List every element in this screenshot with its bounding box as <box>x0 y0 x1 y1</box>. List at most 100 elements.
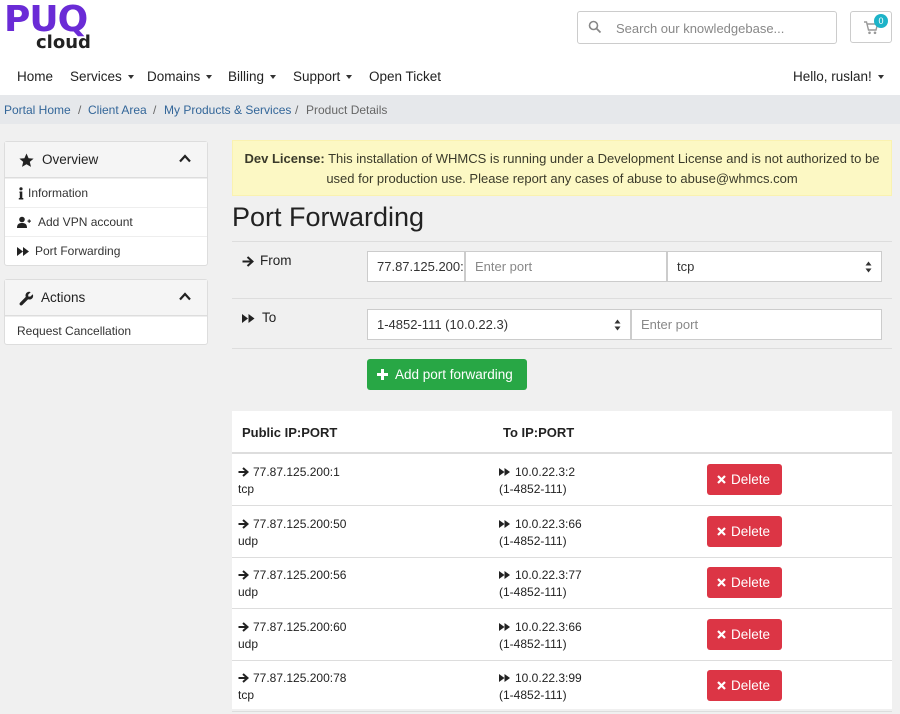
table-row: 77.87.125.200:78 tcp 10.0.22.3:99 (1-485… <box>232 660 892 712</box>
forward-icon <box>17 247 29 256</box>
cart-button[interactable]: 0 <box>850 11 892 43</box>
breadcrumb-separator: / <box>153 103 157 117</box>
delete-label: Delete <box>731 472 771 487</box>
nav-billing[interactable]: Billing <box>228 69 277 84</box>
overview-panel-header[interactable]: Overview <box>5 142 207 178</box>
target-ip-value: 10.0.22.3:66 <box>515 619 582 634</box>
public-ip-cell: 77.87.125.200:50 udp <box>238 516 346 550</box>
from-ip-field[interactable]: 77.87.125.200: <box>367 251 465 282</box>
account-value: (1-4852-111) <box>499 585 567 599</box>
target-select[interactable]: 1-4852-111 (10.0.22.3) <box>367 309 631 340</box>
logo[interactable]: PUQ cloud <box>4 0 114 53</box>
public-ip-cell: 77.87.125.200:78 tcp <box>238 670 346 704</box>
sidebar-item-label: Information <box>28 186 89 200</box>
search-box[interactable] <box>577 11 837 44</box>
sidebar-item-request-cancellation[interactable]: Request Cancellation <box>5 316 207 345</box>
forward-icon <box>242 314 255 323</box>
arrow-right-icon <box>238 673 250 683</box>
caret-down-icon <box>346 75 353 80</box>
target-ip-value: 10.0.22.3:77 <box>515 568 582 582</box>
protocol-select-value: tcp <box>677 259 695 274</box>
search-input[interactable] <box>616 18 826 38</box>
add-port-forwarding-button[interactable]: Add port forwarding <box>367 359 527 390</box>
nav-domains[interactable]: Domains <box>147 69 213 84</box>
protocol-value: tcp <box>238 688 255 702</box>
sidebar-item-port-forwarding[interactable]: Port Forwarding <box>5 236 207 265</box>
target-ip-value: 10.0.22.3:2 <box>515 465 576 479</box>
arrow-right-icon <box>238 467 250 477</box>
chevron-up-icon <box>179 154 191 163</box>
delete-label: Delete <box>731 626 771 642</box>
star-icon <box>19 153 34 167</box>
main-nav: Home Services Domains Billing Support Op… <box>0 66 900 90</box>
close-icon <box>717 578 726 587</box>
delete-button[interactable]: Delete <box>707 515 782 547</box>
target-ip-value: 10.0.22.3:66 <box>515 516 582 531</box>
forward-icon <box>499 519 510 528</box>
close-icon <box>717 475 726 484</box>
delete-button[interactable]: Delete <box>707 567 782 598</box>
page-title: Port Forwarding <box>232 202 425 232</box>
user-greeting: Hello, ruslan! <box>793 69 872 84</box>
overview-panel: Overview Information Add VPN account Por… <box>4 141 208 266</box>
delete-button[interactable]: Delete <box>707 618 782 650</box>
table-row: 77.87.125.200:50 udp 10.0.22.3:66 (1-485… <box>232 506 892 558</box>
delete-button[interactable]: Delete <box>707 670 782 701</box>
actions-panel: Actions Request Cancellation <box>4 279 208 345</box>
arrow-right-icon <box>238 570 250 580</box>
close-icon <box>717 629 726 639</box>
search-icon <box>588 20 602 34</box>
alert-text: This installation of WHMCS is running un… <box>324 151 880 186</box>
dev-license-alert: Dev License: This installation of WHMCS … <box>232 140 892 196</box>
breadcrumb-products[interactable]: My Products & Services <box>164 103 291 117</box>
delete-label: Delete <box>731 678 771 693</box>
to-port-input[interactable]: Enter port <box>631 309 882 340</box>
target-ip-cell: 10.0.22.3:66 (1-4852-111) <box>499 516 582 550</box>
user-menu[interactable]: Hello, ruslan! <box>793 69 884 84</box>
target-ip-cell: 10.0.22.3:66 (1-4852-111) <box>499 619 582 653</box>
close-icon <box>717 681 726 690</box>
breadcrumb-portal-home[interactable]: Portal Home <box>4 103 71 117</box>
table-row: 77.87.125.200:56 udp 10.0.22.3:77 (1-485… <box>232 557 892 609</box>
target-ip-value: 10.0.22.3:99 <box>515 671 582 685</box>
public-ip-cell: 77.87.125.200:56 udp <box>238 567 346 601</box>
arrow-right-icon <box>238 621 250 632</box>
sidebar-item-information[interactable]: Information <box>5 178 207 207</box>
public-ip-value: 77.87.125.200:56 <box>253 568 347 582</box>
sidebar-item-label: Port Forwarding <box>35 244 121 258</box>
nav-support[interactable]: Support <box>293 69 353 84</box>
nav-home[interactable]: Home <box>17 69 53 84</box>
breadcrumb-client-area[interactable]: Client Area <box>88 103 147 117</box>
sidebar-item-add-vpn[interactable]: Add VPN account <box>5 207 207 236</box>
actions-title: Actions <box>41 290 86 305</box>
nav-label: Open Ticket <box>369 69 442 84</box>
account-value: (1-4852-111) <box>499 482 567 496</box>
select-arrows-icon <box>614 319 621 331</box>
nav-services[interactable]: Services <box>70 69 134 84</box>
breadcrumb-current: Product Details <box>306 103 388 117</box>
nav-label: Services <box>70 69 122 84</box>
header-public-ip: Public IP:PORT <box>242 425 338 440</box>
actions-panel-header[interactable]: Actions <box>5 280 207 316</box>
to-row: To 1-4852-111 (10.0.22.3) Enter port <box>232 298 892 349</box>
protocol-select[interactable]: tcp <box>667 251 882 282</box>
breadcrumb-separator: / <box>295 103 299 117</box>
forward-icon <box>499 622 510 631</box>
add-button-label: Add port forwarding <box>395 367 513 382</box>
nav-open-ticket[interactable]: Open Ticket <box>369 69 441 84</box>
protocol-value: udp <box>238 636 259 651</box>
target-ip-cell: 10.0.22.3:77 (1-4852-111) <box>499 567 582 601</box>
protocol-value: udp <box>238 585 259 599</box>
account-value: (1-4852-111) <box>499 688 567 702</box>
forward-icon <box>499 571 510 579</box>
header: PUQ cloud 0 Home Services Domains Billin… <box>0 0 900 95</box>
delete-button[interactable]: Delete <box>707 464 782 495</box>
wrench-icon <box>19 291 34 306</box>
caret-down-icon <box>270 75 277 80</box>
public-ip-value: 77.87.125.200:78 <box>253 671 347 685</box>
from-port-input[interactable]: Enter port <box>465 251 667 282</box>
target-ip-cell: 10.0.22.3:2 (1-4852-111) <box>499 464 575 498</box>
arrow-right-icon <box>238 518 250 529</box>
public-ip-cell: 77.87.125.200:60 udp <box>238 619 346 653</box>
target-select-value: 1-4852-111 (10.0.22.3) <box>377 317 509 332</box>
